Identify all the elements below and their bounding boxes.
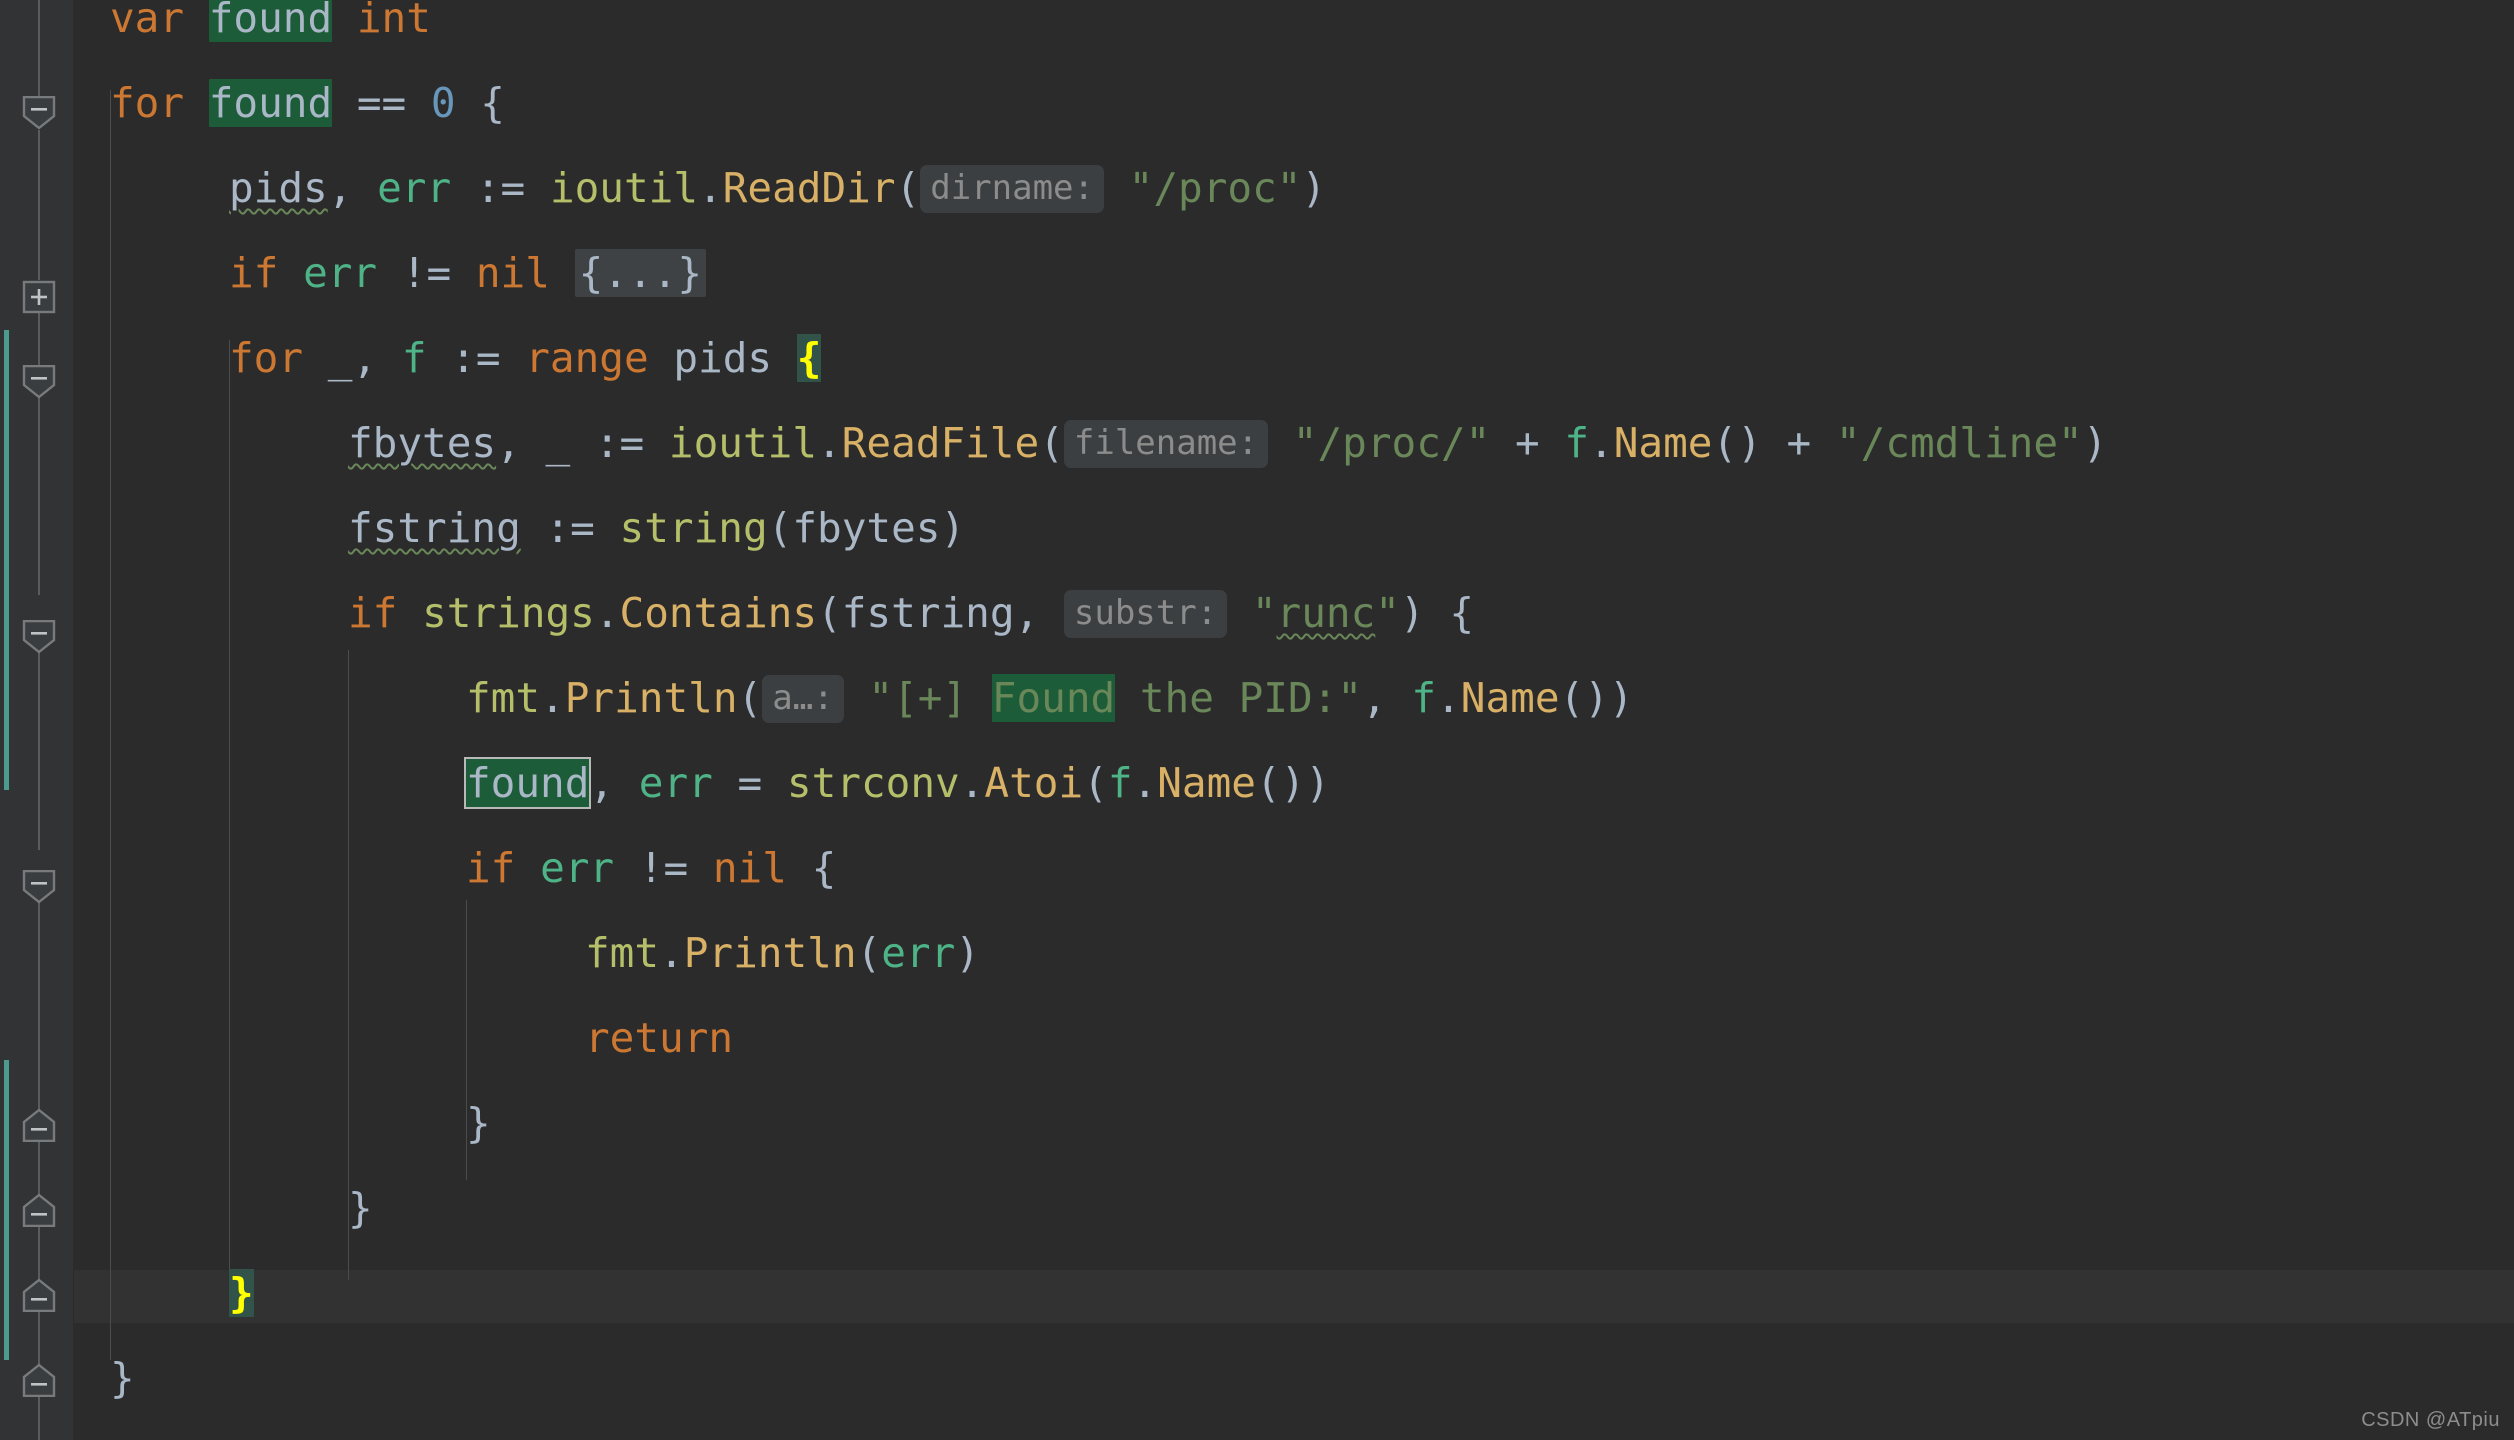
vcs-change-marker[interactable] [4, 330, 9, 790]
fold-spine [38, 625, 40, 850]
fold-collapse-icon[interactable] [22, 620, 56, 654]
code-line-1[interactable]: var found int [110, 0, 431, 45]
code-line-15[interactable]: } [348, 1182, 373, 1235]
fold-end-icon[interactable] [22, 1108, 56, 1142]
fold-spine [38, 0, 40, 96]
fold-expand-icon[interactable] [22, 280, 56, 314]
fold-spine [38, 1395, 40, 1440]
parameter-hint-a[interactable]: a…: [762, 675, 844, 723]
code-line-17[interactable]: } [110, 1352, 135, 1405]
parameter-hint-dirname[interactable]: dirname: [920, 165, 1104, 213]
code-line-3[interactable]: pids, err := ioutil.ReadDir(dirname: "/p… [229, 162, 1326, 215]
code-line-11[interactable]: if err != nil { [466, 842, 836, 895]
code-line-9[interactable]: fmt.Println(a…: "[+] Found the PID:", f.… [466, 672, 1634, 725]
fold-collapse-icon[interactable] [22, 870, 56, 904]
vcs-change-marker[interactable] [4, 1060, 9, 1360]
code-line-7[interactable]: fstring := string(fbytes) [348, 502, 965, 555]
current-line-highlight [74, 1270, 2514, 1323]
folded-code-placeholder[interactable]: {...} [574, 249, 707, 297]
fold-spine [38, 1225, 40, 1280]
code-line-13[interactable]: return [585, 1012, 733, 1065]
indent-guide [229, 340, 230, 1280]
editor-gutter[interactable] [0, 0, 74, 1440]
code-surface[interactable]: var found int for found == 0 { pids, err… [74, 0, 2514, 1440]
fold-spine [38, 1140, 40, 1195]
search-match-found-caret: found [463, 757, 592, 809]
fold-end-icon[interactable] [22, 1278, 56, 1312]
code-line-14[interactable]: } [466, 1097, 491, 1150]
fold-end-icon[interactable] [22, 1193, 56, 1227]
code-line-5[interactable]: for _, f := range pids { [229, 332, 822, 385]
matching-brace-open: { [796, 334, 822, 382]
fold-end-icon[interactable] [22, 1363, 56, 1397]
watermark: CSDN @ATpiu [2361, 1409, 2500, 1431]
code-line-8[interactable]: if strings.Contains(fstring, substr: "ru… [348, 587, 1474, 640]
fold-spine [38, 395, 40, 595]
fold-collapse-icon[interactable] [22, 365, 56, 399]
fold-spine [38, 130, 40, 280]
code-line-16[interactable]: } [229, 1267, 254, 1320]
code-line-6[interactable]: fbytes, _ := ioutil.ReadFile(filename: "… [348, 417, 2107, 470]
fold-collapse-icon[interactable] [22, 96, 56, 130]
code-line-4[interactable]: if err != nil {...} [229, 247, 707, 300]
code-line-12[interactable]: fmt.Println(err) [585, 927, 980, 980]
fold-spine [38, 310, 40, 365]
parameter-hint-filename[interactable]: filename: [1063, 420, 1269, 468]
fold-spine [38, 880, 40, 1110]
search-match-found: Found [991, 674, 1116, 722]
parameter-hint-substr[interactable]: substr: [1063, 590, 1228, 638]
indent-guide [110, 90, 111, 1360]
fold-spine [38, 1310, 40, 1365]
code-editor[interactable]: var found int for found == 0 { pids, err… [0, 0, 2514, 1440]
code-line-10[interactable]: found, err = strconv.Atoi(f.Name()) [463, 757, 1330, 810]
matching-brace-close: } [229, 1269, 254, 1317]
code-line-2[interactable]: for found == 0 { [110, 77, 505, 130]
